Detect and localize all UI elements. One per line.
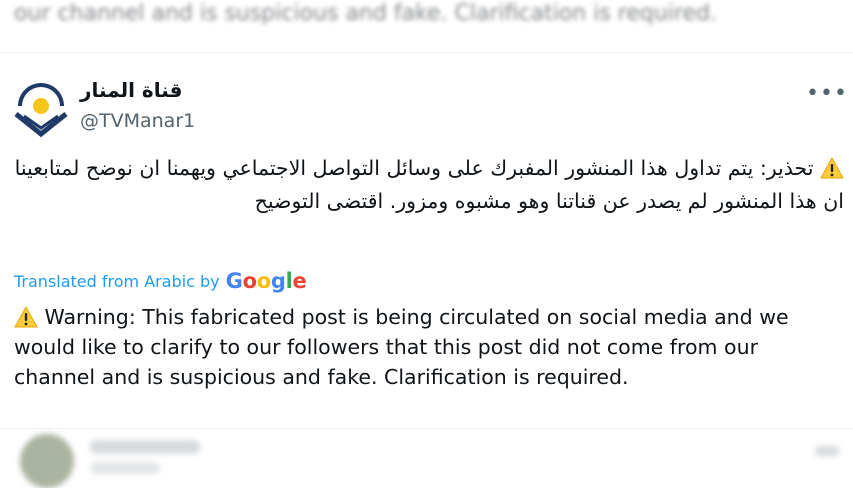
tweet-text-english: Warning: This fabricated post is being c… (14, 302, 844, 392)
more-options-button[interactable]: ••• (806, 78, 847, 108)
next-tweet-handle-placeholder (90, 462, 160, 474)
divider (0, 52, 853, 53)
translated-label: Translated from Arabic by (14, 271, 220, 291)
arabic-text: تحذير: يتم تداول هذا المنشور المفبرك على… (14, 156, 844, 213)
next-tweet-more-placeholder (815, 446, 839, 456)
user-handle[interactable]: @TVManar1 (80, 110, 195, 132)
tweet-text-arabic: تحذير: يتم تداول هذا المنشور المفبرك على… (14, 152, 844, 218)
next-tweet-preview (0, 430, 853, 488)
al-manar-logo (14, 83, 68, 138)
next-tweet-name-placeholder (90, 440, 200, 454)
warning-icon (820, 157, 844, 179)
avatar[interactable] (12, 80, 70, 138)
translation-attribution[interactable]: Translated from Arabic by Google (14, 266, 307, 296)
warning-icon (14, 306, 38, 328)
display-name[interactable]: قناة المنار (80, 78, 200, 102)
previous-tweet-text: our channel and is suspicious and fake. … (14, 1, 717, 26)
english-text: Warning: This fabricated post is being c… (14, 305, 789, 389)
google-logo: Google (225, 269, 307, 293)
divider (0, 428, 853, 429)
more-options-icon: ••• (806, 80, 848, 106)
